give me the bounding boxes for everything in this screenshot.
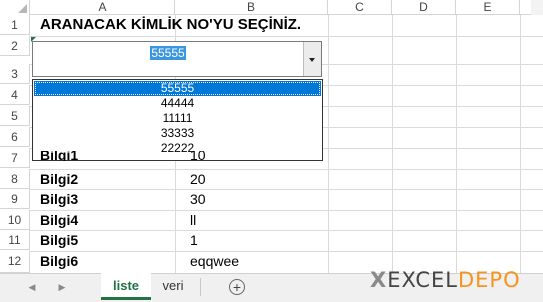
gridline — [30, 210, 543, 211]
logo-excel: EXCEL — [387, 268, 458, 292]
logo-depo: DEPO — [457, 268, 521, 292]
row-header-12[interactable]: 12 — [0, 251, 30, 273]
gridline — [30, 230, 543, 231]
gridline — [392, 15, 393, 273]
column-header-b[interactable]: B — [175, 0, 328, 15]
gridline — [30, 189, 543, 190]
row-header-5[interactable]: 5 — [0, 106, 30, 126]
dropdown-item-33333[interactable]: 33333 — [34, 126, 321, 141]
cell-a12[interactable]: Bilgi6 — [40, 251, 78, 271]
row-header-7[interactable]: 7 — [0, 148, 30, 168]
cell-b8[interactable]: 20 — [190, 169, 206, 189]
combo-value: 55555 — [33, 46, 303, 60]
combo-selected-text: 55555 — [150, 46, 186, 60]
tab-veri[interactable]: veri — [152, 273, 194, 300]
dropdown-item-44444[interactable]: 44444 — [34, 96, 321, 111]
row-header-4[interactable]: 4 — [0, 85, 30, 105]
scroll-tabs-left-icon[interactable]: ◀ — [24, 273, 40, 302]
column-header-d[interactable]: D — [392, 0, 456, 15]
title-cell[interactable]: ARANACAK KİMLİK NO'YU SEÇİNİZ. — [40, 15, 301, 35]
dropdown-item-11111[interactable]: 11111 — [34, 111, 321, 126]
add-sheet-button[interactable]: + — [229, 279, 245, 295]
row-header-9[interactable]: 9 — [0, 189, 30, 209]
cell-b7[interactable]: 10 — [190, 151, 206, 161]
cell-a10[interactable]: Bilgi4 — [40, 210, 78, 230]
cell-a9[interactable]: Bilgi3 — [40, 189, 78, 209]
gridline — [456, 15, 457, 273]
gridline — [30, 36, 543, 37]
gridline — [328, 15, 329, 273]
scroll-tabs-right-icon[interactable]: ▶ — [54, 273, 70, 302]
dropdown-item-55555[interactable]: 55555 — [34, 81, 321, 96]
row-header-8[interactable]: 8 — [0, 169, 30, 189]
row-header-10[interactable]: 10 — [0, 210, 30, 230]
row-header-6[interactable]: 6 — [0, 127, 30, 147]
tab-divider — [200, 278, 201, 296]
gridline — [30, 251, 543, 252]
gridline — [30, 169, 543, 170]
tab-liste[interactable]: liste — [101, 273, 151, 300]
column-header-a[interactable]: A — [31, 0, 175, 15]
select-all-corner[interactable] — [0, 0, 30, 15]
cell-a8[interactable]: Bilgi2 — [40, 169, 78, 189]
vertical-scrollbar[interactable] — [531, 0, 543, 15]
row-header-3[interactable]: 3 — [0, 64, 30, 84]
cell-b9[interactable]: 30 — [190, 189, 206, 209]
row-header-2[interactable]: 2 — [0, 36, 30, 56]
chevron-down-icon — [309, 58, 315, 62]
row-header-1[interactable]: 1 — [0, 15, 30, 35]
cell-b10[interactable]: ll — [190, 210, 196, 230]
select-all-triangle-icon — [18, 4, 27, 13]
combo-dropdown-list: 55555 44444 11111 33333 22222 — [32, 79, 323, 161]
gridline — [520, 15, 521, 273]
cell-b12[interactable]: eqqwee — [190, 251, 239, 271]
id-combo-box[interactable]: 55555 — [32, 41, 322, 77]
cell-a11[interactable]: Bilgi5 — [40, 230, 78, 250]
cell-a7[interactable]: Bilgi1 — [40, 151, 78, 161]
exceldepo-logo: XEXCELDEPO — [370, 262, 530, 298]
combo-dropdown-button[interactable] — [303, 42, 321, 76]
cell-b11[interactable]: 1 — [190, 230, 198, 250]
logo-x: X — [370, 268, 388, 292]
column-header-c[interactable]: C — [328, 0, 392, 15]
row-header-11[interactable]: 11 — [0, 230, 30, 250]
column-header-e[interactable]: E — [456, 0, 520, 15]
